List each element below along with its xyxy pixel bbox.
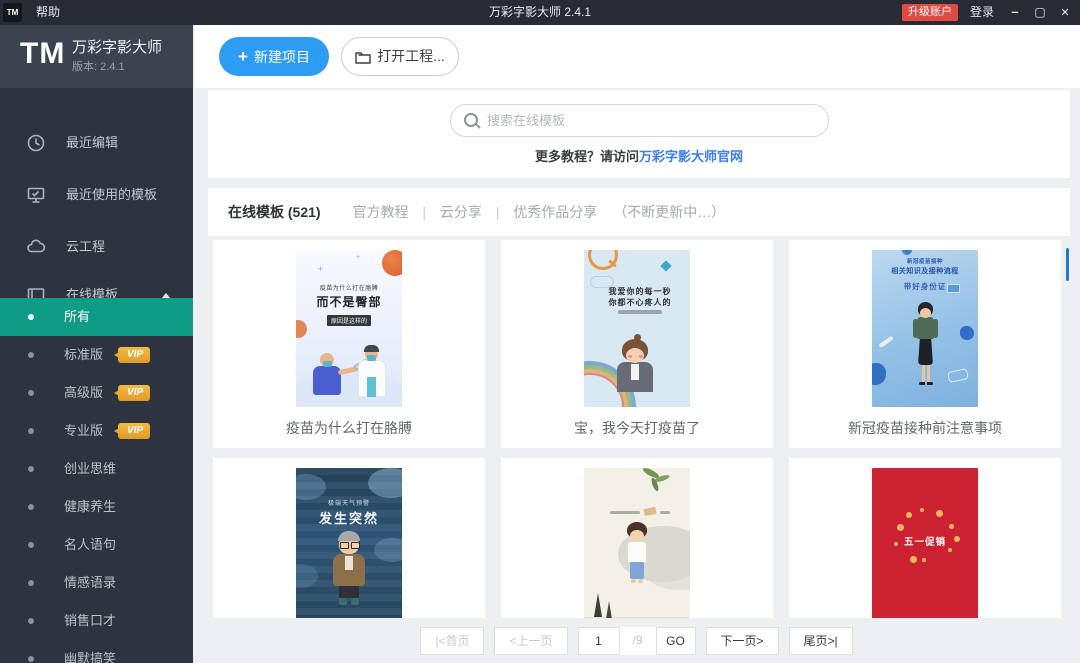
- close-icon[interactable]: [1052, 0, 1078, 25]
- monitor-check-icon: [26, 185, 46, 205]
- template-card[interactable]: 五一促销: [789, 458, 1061, 618]
- sidebar-item-recent-templates[interactable]: 最近使用的模板: [0, 169, 193, 221]
- app-logo: TM: [20, 37, 65, 71]
- go-button[interactable]: GO: [656, 627, 696, 655]
- app-name: 万彩字影大师: [72, 36, 162, 57]
- sidebar-item-cloud-project[interactable]: 云工程: [0, 221, 193, 273]
- bullet-icon: [28, 466, 34, 472]
- vip-badge: VIP: [118, 423, 150, 439]
- vertical-scrollbar[interactable]: [1066, 248, 1069, 281]
- search-input[interactable]: [485, 106, 809, 135]
- template-thumbnail: [584, 468, 690, 618]
- last-page-button[interactable]: 尾页>|: [789, 627, 853, 655]
- maximize-icon[interactable]: [1027, 0, 1053, 25]
- search-box[interactable]: [450, 104, 829, 137]
- virus-blob: [382, 250, 402, 276]
- sidebar-subitem-startup-thinking[interactable]: 创业思维: [0, 450, 193, 488]
- sidebar-subitem-health[interactable]: 健康养生: [0, 488, 193, 526]
- official-site-link[interactable]: 万彩字影大师官网: [639, 149, 743, 164]
- bullet-icon: [28, 542, 34, 548]
- template-card[interactable]: 极端天气预警 发生突然: [213, 458, 485, 618]
- online-template-count: 在线模板 (521): [228, 204, 321, 220]
- sidebar-subitem-professional[interactable]: 专业版 VIP: [0, 412, 193, 450]
- vip-badge: VIP: [118, 385, 150, 401]
- vip-badge: VIP: [118, 347, 150, 363]
- bullet-icon: [28, 504, 34, 510]
- sidebar-subitem-famous-quotes[interactable]: 名人语句: [0, 526, 193, 564]
- page-jump-group: /9 GO: [578, 627, 696, 655]
- upgrade-account-button[interactable]: 升级账户: [902, 4, 958, 21]
- sidebar: TM 万彩字影大师 版本: 2.4.1 最近编辑 最近使用的模板 云工程 在线模…: [0, 25, 193, 663]
- template-thumbnail: 五一促销: [872, 468, 978, 618]
- template-card[interactable]: [501, 458, 773, 618]
- sidebar-subitem-sales-talk[interactable]: 销售口才: [0, 602, 193, 640]
- search-panel: 更多教程？请访问万彩字影大师官网: [208, 90, 1070, 178]
- sidebar-subitem-advanced[interactable]: 高级版 VIP: [0, 374, 193, 412]
- filter-official-tutorials[interactable]: 官方教程: [352, 204, 408, 220]
- filter-bar: 在线模板 (521) 官方教程 | 云分享 | 优秀作品分享 （不断更新中…）: [208, 188, 1070, 236]
- plus-icon: +: [238, 47, 248, 66]
- sidebar-header: TM 万彩字影大师 版本: 2.4.1: [0, 25, 193, 88]
- sidebar-subitem-standard[interactable]: 标准版 VIP: [0, 336, 193, 374]
- page-number-input[interactable]: [578, 627, 620, 655]
- search-icon: [464, 113, 478, 127]
- sidebar-item-recent-edit[interactable]: 最近编辑: [0, 117, 193, 169]
- clock-icon: [26, 133, 46, 153]
- prev-page-button[interactable]: <上一页: [494, 627, 567, 655]
- template-title: 新冠疫苗接种前注意事项: [789, 418, 1061, 438]
- new-project-button[interactable]: +新建项目: [219, 37, 329, 76]
- sidebar-subitem-all[interactable]: 所有: [0, 298, 193, 336]
- next-page-button[interactable]: 下一页>: [706, 627, 779, 655]
- filter-excellent-works[interactable]: 优秀作品分享: [513, 204, 597, 220]
- sidebar-subitem-emotional-quotes[interactable]: 情感语录: [0, 564, 193, 602]
- bullet-icon: [28, 428, 34, 434]
- template-thumbnail: + + 疫苗为什么打在胳膊 而不是臀部 原因是这样的: [296, 250, 402, 407]
- minimize-icon[interactable]: [1002, 0, 1028, 25]
- template-card[interactable]: 我爱你的每一秒 你都不心疼人的 宝，我今天打疫苗了: [501, 240, 773, 448]
- bullet-icon: [28, 314, 34, 320]
- open-project-button[interactable]: 打开工程...: [341, 37, 459, 76]
- sidebar-subitem-humor[interactable]: 幽默搞笑: [0, 640, 193, 663]
- first-page-button[interactable]: |<首页: [420, 627, 484, 655]
- app-version: 版本: 2.4.1: [72, 58, 125, 74]
- bullet-icon: [28, 618, 34, 624]
- toolbar: +新建项目 打开工程...: [193, 25, 1080, 88]
- folder-open-icon: [355, 50, 371, 64]
- template-title: 宝，我今天打疫苗了: [501, 418, 773, 438]
- bullet-icon: [28, 580, 34, 586]
- bullet-icon: [28, 656, 34, 662]
- title-bar: TM 帮助 万彩字影大师 2.4.1 升级账户 登录: [0, 0, 1080, 25]
- template-thumbnail: 极端天气预警 发生突然: [296, 468, 402, 618]
- template-title: 疫苗为什么打在胳膊: [213, 418, 485, 438]
- page-total-label: /9: [620, 627, 656, 655]
- bullet-icon: [28, 390, 34, 396]
- template-card[interactable]: 新冠疫苗接种 相关知识及接种流程 带好身份证 新冠疫苗接种前注意事项: [789, 240, 1061, 448]
- filter-updating-note: （不断更新中…）: [613, 204, 725, 220]
- login-button[interactable]: 登录: [970, 0, 994, 25]
- cloud-icon: [26, 237, 46, 257]
- tutorial-tip: 更多教程？请访问万彩字影大师官网: [208, 146, 1070, 165]
- filter-cloud-share[interactable]: 云分享: [440, 204, 482, 220]
- pagination-bar: |<首页 <上一页 /9 GO 下一页> 尾页>|: [193, 627, 1080, 655]
- template-thumbnail: 我爱你的每一秒 你都不心疼人的: [584, 250, 690, 407]
- template-card[interactable]: + + 疫苗为什么打在胳膊 而不是臀部 原因是这样的 疫苗为什么打在胳膊: [213, 240, 485, 448]
- template-thumbnail: 新冠疫苗接种 相关知识及接种流程 带好身份证: [872, 250, 978, 407]
- main-area: +新建项目 打开工程... 更多教程？请访问万彩字影大师官网 在线模板 (521…: [193, 25, 1080, 663]
- bullet-icon: [28, 352, 34, 358]
